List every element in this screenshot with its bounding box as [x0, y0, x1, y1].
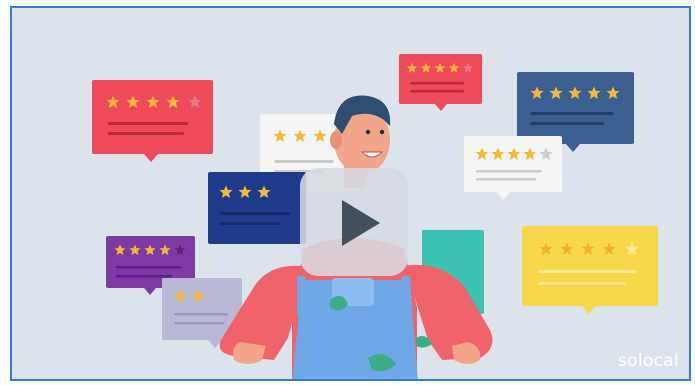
video-player[interactable]: solocal	[10, 6, 691, 381]
play-button[interactable]	[300, 168, 408, 276]
review-card-yellow	[522, 226, 658, 314]
play-icon	[342, 200, 380, 246]
review-card-red-large	[92, 80, 213, 162]
review-card-white-right	[464, 136, 562, 200]
review-card-darkblue	[208, 172, 306, 244]
brand-logo: solocal	[618, 351, 679, 371]
review-card-red-small	[399, 54, 482, 111]
